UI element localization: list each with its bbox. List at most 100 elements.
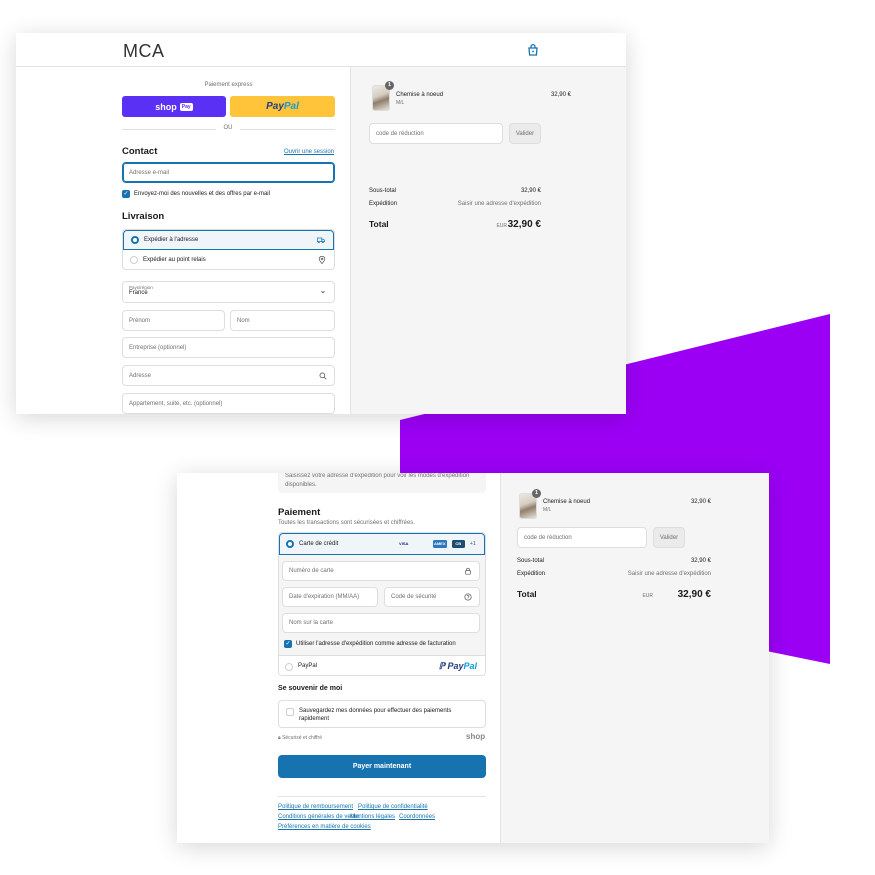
payment-methods-box: Carte de crédit VISA MC AMEX CB +1 Numér…: [278, 532, 486, 676]
shopping-bag-icon[interactable]: [526, 43, 540, 57]
last-name-field[interactable]: Nom: [230, 310, 335, 331]
remember-me-heading: Se souvenir de moi: [278, 685, 343, 692]
help-circle-icon[interactable]: [464, 593, 472, 601]
legal-notice-link[interactable]: Mentions légales: [350, 814, 395, 820]
company-placeholder: Entreprise (optionnel): [129, 344, 187, 351]
login-link[interactable]: Ouvrir une session: [284, 149, 334, 155]
delivery-option-ship[interactable]: Expédier à l'adresse: [123, 230, 334, 250]
card-brands: VISA MC AMEX CB +1: [397, 540, 476, 548]
quantity-badge: 1: [385, 81, 394, 90]
subtotal-value: 32,90 €: [520, 188, 541, 194]
credit-card-radio[interactable]: [286, 540, 294, 548]
secure-text: 🔒︎ Sécurisé et chiffré: [278, 735, 322, 741]
subtotal-value: 32,90 €: [690, 558, 711, 564]
delivery-heading: Livraison: [122, 211, 165, 222]
newsletter-label: Envoyez-moi des nouvelles et des offres …: [134, 191, 270, 197]
shop-pay-label: shop: [155, 101, 177, 112]
cb-icon: CB: [451, 540, 465, 548]
country-value: France: [129, 290, 148, 296]
search-icon: [319, 372, 327, 379]
location-pin-icon: [318, 256, 326, 264]
billing-same-checkbox[interactable]: ✓: [284, 640, 292, 648]
mastercard-icon: MC: [416, 540, 428, 548]
remember-me-label: Sauvegardez mes données pour effectuer d…: [299, 708, 452, 722]
pickup-radio[interactable]: [130, 256, 138, 264]
pay-now-button[interactable]: Payer maintenant: [278, 755, 486, 778]
discount-code-field[interactable]: code de réduction: [369, 123, 503, 144]
contact-info-link[interactable]: Coordonnées: [399, 814, 435, 820]
credit-card-label: Carte de crédit: [299, 541, 339, 547]
refund-policy-link[interactable]: Politique de remboursement: [278, 804, 353, 810]
store-logo[interactable]: MCA: [123, 41, 165, 62]
total-label: Total: [369, 219, 389, 229]
payment-form: Saisissez votre adresse d'expédition pou…: [177, 473, 500, 843]
total-value: 32,90 €: [507, 219, 541, 230]
visa-icon: VISA: [399, 541, 409, 546]
terms-link[interactable]: Conditions générales de vente: [278, 814, 359, 820]
shipping-value: Saisir une adresse d'expédition: [627, 571, 711, 577]
checkout-window-top: MCA Paiement express shop Pay Pay Pal OU …: [16, 33, 626, 414]
payment-subtitle: Toutes les transactions sont sécurisées …: [278, 520, 415, 526]
company-field[interactable]: Entreprise (optionnel): [122, 337, 335, 358]
quantity-badge: 1: [532, 489, 541, 498]
paypal-logo-pay: Pay: [266, 101, 284, 112]
total-label: Total: [517, 589, 537, 599]
name-on-card-field[interactable]: Nom sur la carte: [282, 613, 480, 633]
billing-same-label: Utiliser l'adresse d'expédition comme ad…: [296, 641, 456, 647]
shop-pay-chip: Pay: [179, 102, 193, 111]
card-number-field[interactable]: Numéro de carte: [282, 561, 480, 581]
remember-me-checkbox[interactable]: [286, 708, 294, 716]
chevron-down-icon: [321, 290, 325, 294]
name-on-card-placeholder: Nom sur la carte: [289, 620, 334, 626]
expiry-placeholder: Date d'expiration (MM/AA): [289, 594, 360, 600]
paypal-radio[interactable]: [285, 662, 293, 671]
shop-logo: shop: [466, 732, 486, 741]
product-name: Chemise à noeud: [543, 499, 591, 505]
express-checkout-title: Paiement express: [204, 82, 253, 88]
discount-placeholder: code de réduction: [376, 130, 424, 137]
ship-radio[interactable]: [131, 236, 139, 244]
delivery-option-pickup[interactable]: Expédier au point relais: [123, 250, 334, 269]
delivery-method-group: Expédier à l'adresse Expédier au point r…: [122, 229, 335, 270]
expiry-field[interactable]: Date d'expiration (MM/AA): [282, 587, 378, 607]
paypal-logo-pal: Pal: [283, 101, 299, 112]
truck-icon: [317, 237, 325, 244]
email-field[interactable]: Adresse e-mail: [122, 162, 335, 183]
ship-label: Expédier à l'adresse: [144, 237, 199, 243]
last-name-placeholder: Nom: [237, 317, 250, 324]
card-details-panel: Numéro de carte Date d'expiration (MM/AA…: [279, 555, 485, 655]
contact-heading: Contact: [122, 146, 158, 157]
discount-code-field[interactable]: code de réduction: [517, 527, 647, 548]
apartment-field[interactable]: Appartement, suite, etc. (optionnel): [122, 393, 335, 414]
lock-icon: [465, 567, 471, 575]
shop-pay-button[interactable]: shop Pay: [122, 96, 226, 117]
privacy-policy-link[interactable]: Politique de confidentialité: [358, 804, 428, 810]
shipping-label: Expédition: [517, 571, 546, 577]
checkout-form: Paiement express shop Pay Pay Pal OU Cont…: [16, 67, 350, 414]
country-select[interactable]: Pays/région France: [122, 281, 335, 303]
remember-me-box[interactable]: Sauvegardez mes données pour effectuer d…: [278, 700, 486, 728]
first-name-field[interactable]: Prénom: [122, 310, 225, 331]
product-name: Chemise à noeud: [396, 92, 444, 98]
apply-discount-button[interactable]: Valider: [653, 527, 685, 548]
paypal-option[interactable]: PayPal ℙ PayPal: [279, 655, 485, 675]
newsletter-checkbox[interactable]: ✓: [122, 190, 130, 198]
security-code-field[interactable]: Code de sécurité: [384, 587, 480, 607]
more-brands: +1: [469, 541, 476, 547]
first-name-placeholder: Prénom: [129, 317, 151, 324]
composite-stage: MCA Paiement express shop Pay Pay Pal OU …: [0, 0, 875, 875]
amex-icon: AMEX: [432, 540, 447, 548]
pickup-label: Expédier au point relais: [143, 257, 206, 263]
discount-placeholder: code de réduction: [524, 534, 572, 541]
subtotal-label: Sous-total: [517, 558, 545, 564]
product-price: 32,90 €: [550, 92, 571, 98]
product-variant: M/L: [396, 100, 405, 106]
address-field[interactable]: Adresse: [122, 365, 335, 386]
paypal-option-label: PayPal: [298, 663, 318, 669]
paypal-express-button[interactable]: Pay Pal: [230, 96, 335, 117]
security-code-placeholder: Code de sécurité: [391, 594, 437, 600]
apply-discount-button[interactable]: Valider: [509, 123, 541, 144]
order-summary-bottom: 1 Chemise à noeud M/L 32,90 € code de ré…: [500, 473, 769, 843]
cookie-preferences-link[interactable]: Préférences en matière de cookies: [278, 824, 371, 830]
credit-card-option[interactable]: Carte de crédit VISA MC AMEX CB +1: [279, 533, 485, 555]
